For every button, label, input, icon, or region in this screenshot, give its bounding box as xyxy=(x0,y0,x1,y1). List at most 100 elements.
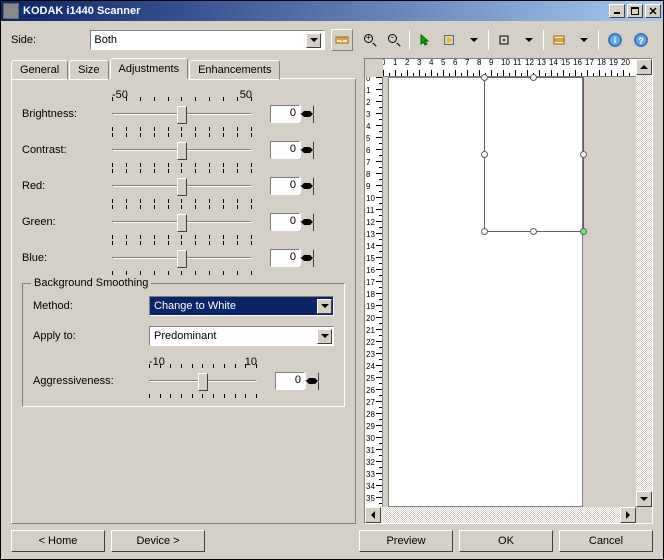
brightness-spinner[interactable]: 0 xyxy=(270,105,314,123)
scroll-v-track[interactable] xyxy=(636,75,652,491)
aggr-label: Aggressiveness: xyxy=(33,375,149,387)
red-slider[interactable] xyxy=(112,175,252,197)
tab-enhancements[interactable]: Enhancements xyxy=(189,60,280,80)
aggr-value[interactable]: 0 xyxy=(275,372,305,390)
contrast-spinner[interactable]: 0 xyxy=(270,141,314,159)
app-icon xyxy=(3,3,19,19)
aggr-row: Aggressiveness: 0 xyxy=(33,370,334,392)
preview-pane: 01234567891011121314151617181920 0123456… xyxy=(364,58,653,524)
handle-l[interactable] xyxy=(481,151,488,158)
region-tool-button[interactable] xyxy=(438,29,460,51)
device-button[interactable]: Device > xyxy=(111,530,205,552)
minimize-button[interactable] xyxy=(609,4,625,18)
ruler-horizontal: 01234567891011121314151617181920 xyxy=(383,59,636,77)
scroll-left-button[interactable] xyxy=(365,507,381,523)
separator xyxy=(409,30,410,50)
scroll-down-button[interactable] xyxy=(636,491,652,507)
ok-button[interactable]: OK xyxy=(459,530,553,552)
separator xyxy=(543,30,544,50)
content: Side: Both i xyxy=(1,21,663,559)
applyto-label: Apply to: xyxy=(33,330,149,342)
green-label: Green: xyxy=(22,216,112,228)
tabs: General Size Adjustments Enhancements xyxy=(11,58,356,79)
method-row: Method: Change to White xyxy=(33,296,334,316)
applyto-dropdown-button[interactable] xyxy=(317,329,332,344)
home-button[interactable]: < Home xyxy=(11,530,105,552)
tab-panel-adjustments: -50 50 Brightness: 0 xyxy=(11,78,356,524)
left-pane: General Size Adjustments Enhancements -5… xyxy=(11,58,356,524)
separator xyxy=(488,30,489,50)
grid-dropdown[interactable] xyxy=(572,29,594,51)
background-smoothing-group: Background Smoothing Method: Change to W… xyxy=(22,283,345,407)
scrollbar-vertical[interactable] xyxy=(636,59,652,507)
grid-tool-button[interactable] xyxy=(548,29,570,51)
handle-r[interactable] xyxy=(580,151,587,158)
red-row: Red: 0 xyxy=(22,175,345,197)
about-button[interactable]: i xyxy=(603,29,627,51)
handle-bl[interactable] xyxy=(481,228,488,235)
scroll-up-button[interactable] xyxy=(636,59,652,75)
side-dropdown-button[interactable] xyxy=(306,33,321,48)
pointer-tool-button[interactable] xyxy=(414,29,436,51)
blue-spinner[interactable]: 0 xyxy=(270,249,314,267)
green-value[interactable]: 0 xyxy=(270,213,300,231)
handle-t[interactable] xyxy=(530,74,537,81)
handle-tl[interactable] xyxy=(481,74,488,81)
contrast-slider[interactable] xyxy=(112,139,252,161)
contrast-row: Contrast: 0 xyxy=(22,139,345,161)
button-row: < Home Device > Preview OK Cancel xyxy=(11,530,653,552)
top-row: Side: Both i xyxy=(11,28,653,52)
blue-label: Blue: xyxy=(22,252,112,264)
green-slider[interactable] xyxy=(112,211,252,233)
page-outline xyxy=(388,77,583,507)
handle-b[interactable] xyxy=(530,228,537,235)
aggr-spinner[interactable]: 0 xyxy=(275,372,319,390)
handle-br[interactable] xyxy=(580,228,587,235)
svg-text:i: i xyxy=(614,36,616,45)
ruler-vertical: 0123456789101112131415161718192021222324… xyxy=(365,77,383,507)
preview-button[interactable]: Preview xyxy=(359,530,453,552)
zoom-in-button[interactable] xyxy=(359,29,381,51)
help-button[interactable]: ? xyxy=(629,29,653,51)
green-spinner[interactable]: 0 xyxy=(270,213,314,231)
maximize-button[interactable] xyxy=(627,4,643,18)
scrollbar-horizontal[interactable] xyxy=(365,507,636,523)
close-button[interactable] xyxy=(645,4,661,18)
cancel-button[interactable]: Cancel xyxy=(559,530,653,552)
preview-canvas[interactable] xyxy=(383,77,636,507)
applyto-select[interactable]: Predominant xyxy=(149,326,334,346)
tab-adjustments[interactable]: Adjustments xyxy=(110,58,189,79)
zoom-out-button[interactable] xyxy=(383,29,405,51)
tab-size[interactable]: Size xyxy=(69,60,108,80)
contrast-value[interactable]: 0 xyxy=(270,141,300,159)
scroll-h-track[interactable] xyxy=(381,507,620,523)
red-value[interactable]: 0 xyxy=(270,177,300,195)
crop-region[interactable] xyxy=(484,77,584,232)
side-config-button[interactable] xyxy=(331,29,353,51)
method-select[interactable]: Change to White xyxy=(149,296,334,316)
separator xyxy=(598,30,599,50)
method-dropdown-button[interactable] xyxy=(317,299,332,314)
brightness-value[interactable]: 0 xyxy=(270,105,300,123)
brightness-row: Brightness: 0 xyxy=(22,103,345,125)
titlebar: KODAK i1440 Scanner xyxy=(1,1,663,21)
side-value: Both xyxy=(94,34,117,46)
tab-general[interactable]: General xyxy=(11,60,68,80)
red-label: Red: xyxy=(22,180,112,192)
blue-row: Blue: 0 xyxy=(22,247,345,269)
applyto-row: Apply to: Predominant xyxy=(33,326,334,346)
side-label: Side: xyxy=(11,34,84,46)
edge-tool-button[interactable] xyxy=(493,29,515,51)
side-select[interactable]: Both xyxy=(90,30,325,50)
region-dropdown[interactable] xyxy=(462,29,484,51)
blue-value[interactable]: 0 xyxy=(270,249,300,267)
red-spinner[interactable]: 0 xyxy=(270,177,314,195)
method-label: Method: xyxy=(33,300,149,312)
green-row: Green: 0 xyxy=(22,211,345,233)
blue-slider[interactable] xyxy=(112,247,252,269)
body: General Size Adjustments Enhancements -5… xyxy=(11,58,653,524)
scroll-right-button[interactable] xyxy=(620,507,636,523)
aggr-slider[interactable] xyxy=(149,370,257,392)
brightness-slider[interactable] xyxy=(112,103,252,125)
edge-dropdown[interactable] xyxy=(517,29,539,51)
